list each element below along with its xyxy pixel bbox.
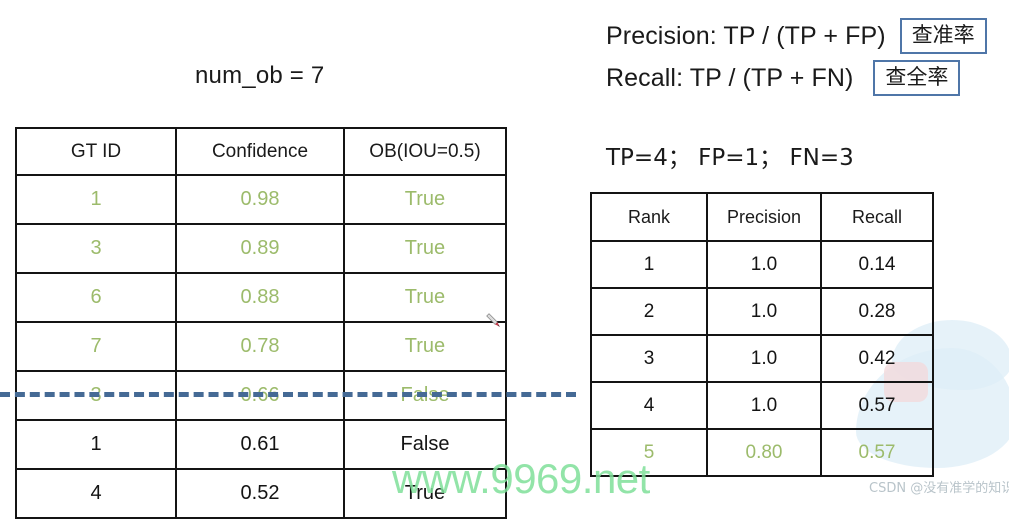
cell-confidence: 0.61 bbox=[175, 419, 345, 470]
column-header-gt-id: GT ID bbox=[15, 127, 177, 176]
column-header-ob-iou: OB(IOU=0.5) bbox=[343, 127, 507, 176]
cell-confidence: 0.89 bbox=[175, 223, 345, 274]
cell-recall: 0.14 bbox=[820, 240, 934, 289]
recall-badge: 查全率 bbox=[873, 60, 961, 97]
table-row: 7 0.78 True bbox=[15, 321, 507, 372]
cell-gt-id: 7 bbox=[15, 321, 177, 372]
tp-fp-fn-counts: TP=4； FP=1； FN=3 bbox=[606, 145, 854, 171]
cell-ob: True bbox=[343, 321, 507, 372]
cell-recall: 0.57 bbox=[820, 428, 934, 477]
column-header-recall: Recall bbox=[820, 192, 934, 242]
cell-confidence: 0.98 bbox=[175, 174, 345, 225]
cell-ob: True bbox=[343, 223, 507, 274]
cell-confidence: 0.78 bbox=[175, 321, 345, 372]
precision-badge: 查准率 bbox=[899, 18, 987, 55]
cell-recall: 0.42 bbox=[820, 334, 934, 383]
precision-formula-text: Precision: TP / (TP + FP) bbox=[606, 21, 886, 50]
cell-gt-id: 4 bbox=[15, 468, 177, 519]
table-row: 6 0.88 True bbox=[15, 272, 507, 323]
cell-recall: 0.28 bbox=[820, 287, 934, 336]
table-row: 3 1.0 0.42 bbox=[590, 334, 934, 383]
cell-rank: 2 bbox=[590, 287, 708, 336]
confidence-threshold-divider bbox=[0, 392, 576, 397]
precision-recall-table: Rank Precision Recall 1 1.0 0.14 2 1.0 0… bbox=[590, 192, 934, 477]
cell-gt-id: 6 bbox=[15, 272, 177, 323]
column-header-rank: Rank bbox=[590, 192, 708, 242]
pencil-icon bbox=[486, 313, 500, 327]
recall-formula-text: Recall: TP / (TP + FN) bbox=[606, 63, 854, 92]
cell-precision: 0.80 bbox=[706, 428, 822, 477]
table-header-row: GT ID Confidence OB(IOU=0.5) bbox=[15, 127, 507, 176]
table-row: 2 1.0 0.28 bbox=[590, 287, 934, 336]
table-header-row: Rank Precision Recall bbox=[590, 192, 934, 242]
cell-ob: True bbox=[343, 272, 507, 323]
cell-precision: 1.0 bbox=[706, 287, 822, 336]
cell-gt-id: 1 bbox=[15, 419, 177, 470]
table-row: 4 1.0 0.57 bbox=[590, 381, 934, 430]
recall-formula-row: Recall: TP / (TP + FN) 查全率 bbox=[606, 60, 961, 97]
table-row: 1 1.0 0.14 bbox=[590, 240, 934, 289]
table-row: 3 0.89 True bbox=[15, 223, 507, 274]
cell-precision: 1.0 bbox=[706, 334, 822, 383]
precision-formula-row: Precision: TP / (TP + FP) 查准率 bbox=[606, 18, 987, 55]
cell-confidence: 0.52 bbox=[175, 468, 345, 519]
num-ob-title: num_ob = 7 bbox=[195, 62, 325, 89]
cell-rank: 3 bbox=[590, 334, 708, 383]
table-row: 1 0.98 True bbox=[15, 174, 507, 225]
site-watermark: www.9969.net bbox=[392, 455, 650, 502]
cell-rank: 1 bbox=[590, 240, 708, 289]
cell-gt-id: 3 bbox=[15, 223, 177, 274]
column-header-confidence: Confidence bbox=[175, 127, 345, 176]
csdn-watermark: CSDN @没有准学的知识 bbox=[869, 481, 1009, 496]
cell-precision: 1.0 bbox=[706, 240, 822, 289]
cell-confidence: 0.88 bbox=[175, 272, 345, 323]
cell-rank: 4 bbox=[590, 381, 708, 430]
cell-recall: 0.57 bbox=[820, 381, 934, 430]
cell-precision: 1.0 bbox=[706, 381, 822, 430]
column-header-precision: Precision bbox=[706, 192, 822, 242]
cell-ob: True bbox=[343, 174, 507, 225]
cell-gt-id: 1 bbox=[15, 174, 177, 225]
